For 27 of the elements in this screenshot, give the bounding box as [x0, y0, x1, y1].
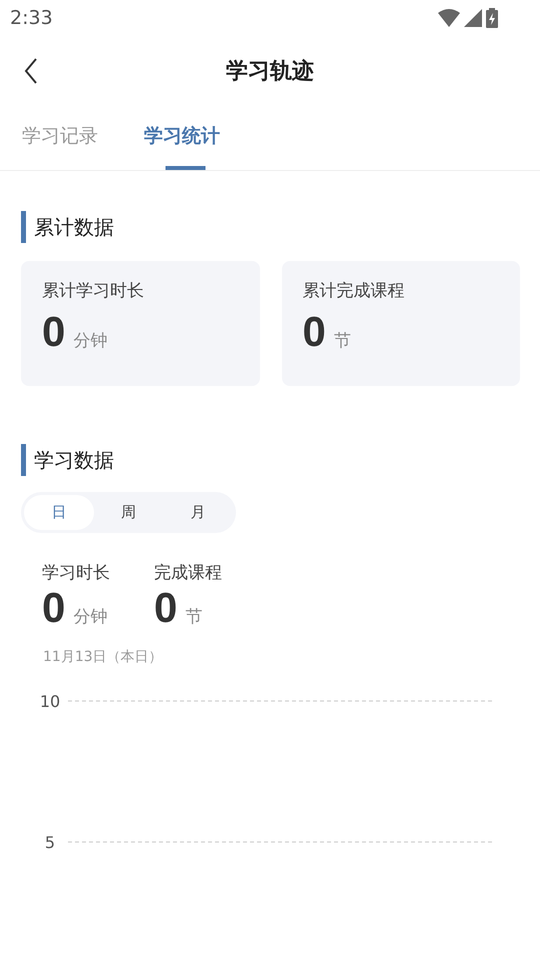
axis-label: 10	[40, 692, 60, 711]
signal-icon	[464, 9, 482, 27]
wifi-icon	[438, 9, 460, 27]
stat-label: 学习时长	[42, 562, 110, 584]
period-option[interactable]: 周	[94, 495, 164, 530]
stat-value: 0	[302, 308, 326, 356]
tab[interactable]: 学习统计	[144, 106, 220, 170]
stat-unit: 分钟	[73, 606, 108, 628]
stat-unit: 分钟	[73, 330, 108, 352]
period-option[interactable]: 日	[24, 495, 94, 530]
stat-value: 0	[42, 584, 66, 632]
section-title: 累计数据	[21, 211, 520, 243]
stat-label: 完成课程	[154, 562, 222, 584]
tab[interactable]: 学习记录	[22, 106, 98, 170]
period-option[interactable]: 月	[163, 495, 234, 530]
status-time: 2:33	[10, 7, 53, 29]
axis-label: 5	[44, 833, 56, 852]
battery-icon	[486, 8, 498, 28]
stat-label: 累计学习时长	[42, 280, 145, 302]
section-title: 学习数据	[21, 444, 520, 476]
page-title: 学习轨迹	[226, 58, 314, 86]
stat-value: 0	[154, 584, 178, 632]
stat-unit: 节	[185, 606, 202, 628]
stat-label: 累计完成课程	[302, 280, 406, 302]
date-label: 11月13日（本日）	[43, 648, 164, 666]
stat-value: 0	[42, 308, 66, 356]
stat-unit: 节	[334, 330, 351, 352]
